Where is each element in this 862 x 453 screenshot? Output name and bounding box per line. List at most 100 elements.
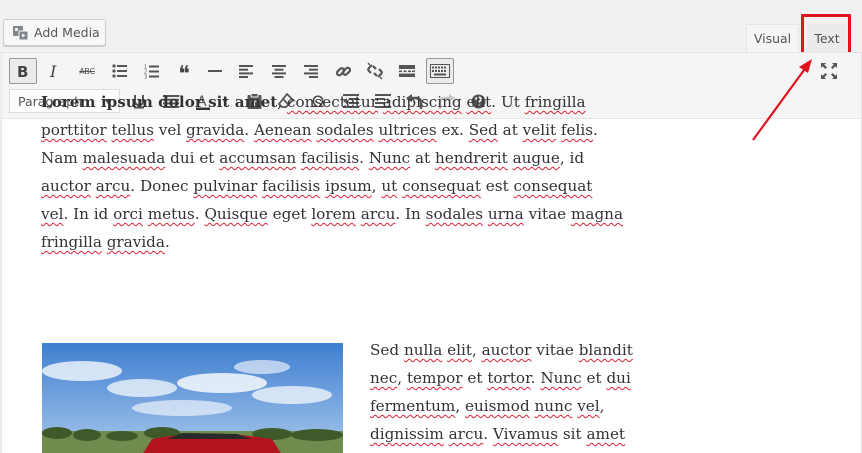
spellcheck-word: Nunc [540, 369, 582, 387]
spellcheck-word: auctor [41, 177, 91, 195]
text-run: est [480, 177, 514, 195]
text-run: , [599, 397, 605, 415]
align-left-icon [239, 64, 253, 78]
spellcheck-word: consequat [402, 177, 481, 195]
read-more-icon [399, 65, 415, 77]
text-run: . [244, 121, 254, 139]
text-run: . [359, 149, 369, 167]
spellcheck-word: Aenean [253, 121, 312, 139]
read-more-button[interactable] [393, 58, 421, 84]
bullet-list-icon [112, 64, 127, 78]
blockquote-icon: ❝ [178, 62, 190, 87]
text-run: Nam [41, 149, 83, 167]
spellcheck-word: consequat [513, 177, 593, 195]
spellcheck-word: Sed [468, 121, 498, 139]
editor-content[interactable]: Lorem ipsum dolor sit amet, consectetur … [41, 88, 651, 256]
spellcheck-word: elit [447, 341, 472, 359]
align-left-button[interactable] [232, 58, 260, 84]
spellcheck-word: vel [41, 205, 64, 223]
text-run: , [397, 369, 407, 387]
text-run: et [462, 369, 488, 387]
text-run: . [194, 205, 205, 223]
text-run: at [497, 121, 523, 139]
text-line: Sed nulla elit, auctor vitae blandit [370, 336, 660, 364]
align-center-button[interactable] [265, 58, 293, 84]
svg-text:3: 3 [144, 74, 147, 79]
text-line: Lorem ipsum dolor sit amet, consectetur … [41, 88, 651, 116]
spellcheck-word: consectetur [286, 93, 378, 111]
spellcheck-word: arcu [448, 425, 484, 443]
text-line: vel. In id orci metus. Quisque eget lore… [41, 200, 651, 228]
spellcheck-word: pulvinar [193, 177, 258, 195]
paragraph: Lorem ipsum dolor sit amet, consectetur … [41, 88, 651, 256]
spellcheck-word: gravida [186, 121, 245, 139]
spellcheck-word: blandit [578, 341, 633, 359]
text-run: vel [153, 121, 187, 139]
bold-button[interactable]: B [9, 58, 37, 84]
text-run: . Donec [130, 177, 194, 195]
spellcheck-word: felis [560, 121, 594, 139]
text-line: porttitor tellus vel gravida. Aenean sod… [41, 116, 651, 144]
text-run: . [530, 369, 541, 387]
text-run: Lorem ipsum dolor sit amet [41, 93, 278, 111]
align-right-button[interactable] [297, 58, 325, 84]
spellcheck-word: augue [512, 149, 560, 167]
horizontal-rule-button[interactable] [201, 58, 229, 84]
tab-visual[interactable]: Visual [746, 24, 799, 52]
spellcheck-word: arcu [360, 205, 396, 223]
text-run: . Ut [491, 93, 525, 111]
link-icon [335, 66, 351, 76]
paragraph: Sed nulla elit, auctor vitae blandit nec,… [370, 336, 660, 448]
spellcheck-word: Quisque [204, 205, 268, 223]
toolbar-toggle-icon [430, 64, 450, 78]
svg-text:B: B [17, 63, 28, 79]
spellcheck-word: tellus [111, 121, 154, 139]
text-run: eget [267, 205, 312, 223]
bullet-list-button[interactable] [106, 58, 134, 84]
text-run: , [455, 397, 465, 415]
spellcheck-word: fermentum [370, 397, 456, 415]
spellcheck-word: accumsan [219, 149, 297, 167]
spellcheck-word: tempor [406, 369, 463, 387]
text-run: . In id [63, 205, 114, 223]
spellcheck-word: auctor [481, 341, 532, 359]
strikethrough-button[interactable]: ABC [73, 58, 101, 84]
spellcheck-word: fringilla [41, 233, 102, 251]
italic-button[interactable]: I [41, 58, 69, 84]
spellcheck-word: lorem [311, 205, 356, 223]
text-run: . [164, 233, 170, 251]
add-media-button[interactable]: Add Media [3, 19, 106, 46]
spellcheck-word: metus [147, 205, 195, 223]
spellcheck-word: urna [487, 205, 524, 223]
link-button[interactable] [329, 58, 357, 84]
unlink-button[interactable] [361, 58, 389, 84]
text-run: at [410, 149, 435, 167]
numbered-list-button[interactable]: 1 2 3 [138, 58, 166, 84]
text-run: . [593, 121, 598, 139]
spellcheck-word: orci [113, 205, 143, 223]
inline-photo[interactable] [42, 343, 343, 453]
text-line: fringilla gravida. [41, 228, 651, 256]
spellcheck-word: facilisis [300, 149, 360, 167]
text-run: vitae [531, 341, 579, 359]
spellcheck-word: nulla [403, 341, 443, 359]
spellcheck-word: tortor [487, 369, 531, 387]
spellcheck-word: ipsum [325, 177, 372, 195]
spellcheck-word: amet [586, 425, 626, 443]
spellcheck-word: velit [522, 121, 557, 139]
fullscreen-icon [821, 63, 837, 79]
text-run: , [277, 93, 287, 111]
blockquote-button[interactable]: ❝ [170, 58, 198, 87]
spellcheck-word: Nunc [368, 149, 411, 167]
spellcheck-word: sodales [425, 205, 484, 223]
text-line: auctor arcu. Donec pulvinar facilisis ip… [41, 172, 651, 200]
text-line: Nam malesuada dui et accumsan facilisis.… [41, 144, 651, 172]
toolbar-toggle-button[interactable] [426, 58, 454, 84]
strikethrough-icon: ABC [79, 66, 95, 76]
spellcheck-word: porttitor [41, 121, 107, 139]
spellcheck-word: hendrerit [435, 149, 508, 167]
spellcheck-word: elit [466, 93, 492, 111]
text-run: . In [395, 205, 426, 223]
side-paragraph: Sed nulla elit, auctor vitae blandit nec,… [370, 336, 660, 448]
spellcheck-word: dui [606, 369, 631, 387]
